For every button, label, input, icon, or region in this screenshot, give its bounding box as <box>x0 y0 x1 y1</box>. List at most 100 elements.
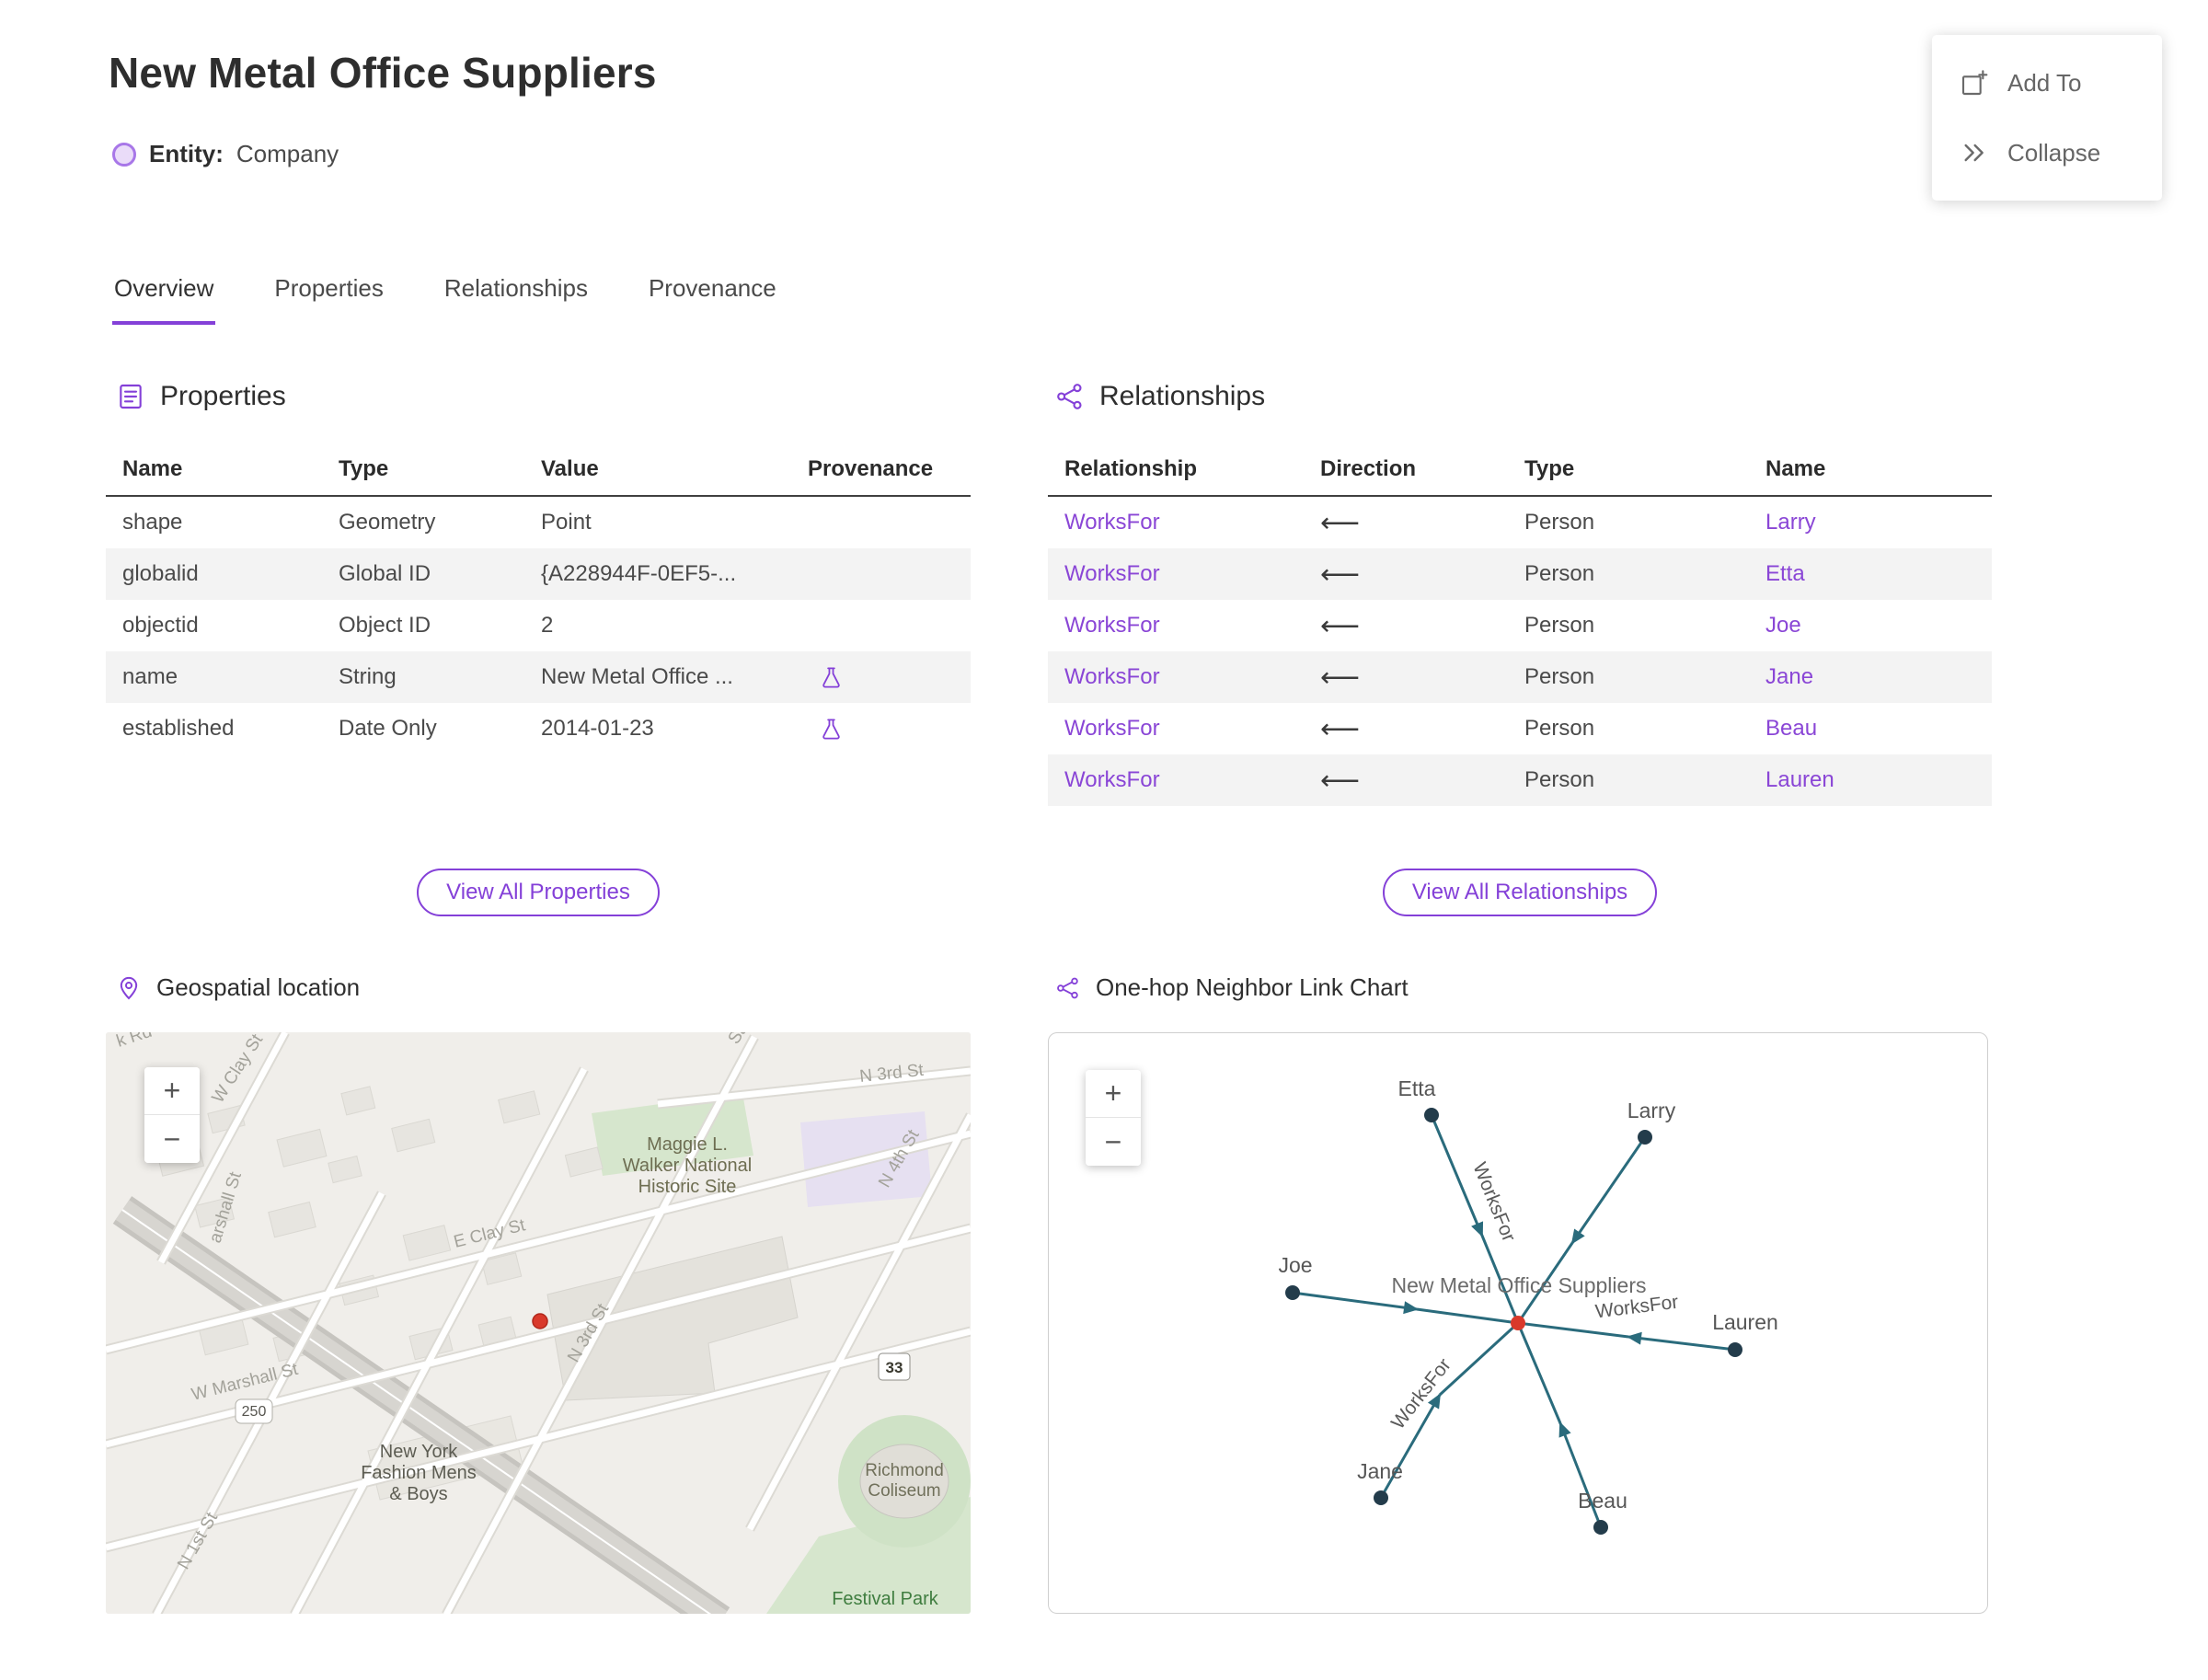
zoom-out-button[interactable]: − <box>1086 1118 1141 1166</box>
route-shield-250: 250 <box>235 1398 273 1424</box>
provenance-flask-icon[interactable] <box>819 665 844 690</box>
relationships-icon <box>1057 384 1082 409</box>
geospatial-map[interactable]: 250 33 k Rd W Clay St Sa N 3rd St N 4th … <box>106 1032 971 1614</box>
direction-arrow: ⟵ <box>1320 610 1361 641</box>
edge-label: WorksFor <box>1387 1354 1455 1433</box>
graph-center-node[interactable] <box>1511 1316 1525 1330</box>
entity-label: Entity: <box>149 140 224 167</box>
col-header-type: Type <box>339 456 389 481</box>
node-label: Etta <box>1398 1076 1436 1100</box>
collapse-button[interactable]: Collapse <box>1960 138 2134 167</box>
node-label: Jane <box>1357 1459 1403 1483</box>
svg-text:250: 250 <box>242 1404 267 1420</box>
relationship-link[interactable]: WorksFor <box>1048 613 1304 639</box>
add-to-button[interactable]: Add To <box>1960 68 2134 98</box>
direction-arrow: ⟵ <box>1320 662 1361 693</box>
table-row: WorksFor ⟵ Person Larry <box>1048 497 1992 548</box>
svg-text:New York: New York <box>380 1442 458 1462</box>
direction-arrow: ⟵ <box>1320 507 1361 538</box>
col-header-value: Value <box>541 456 599 481</box>
graph-node[interactable] <box>1374 1490 1388 1505</box>
svg-text:Walker National: Walker National <box>623 1156 752 1176</box>
tab-bar: Overview Properties Relationships Proven… <box>112 274 778 325</box>
zoom-in-button[interactable]: + <box>144 1067 200 1115</box>
relationship-link[interactable]: WorksFor <box>1048 767 1304 793</box>
node-label: Beau <box>1578 1489 1627 1513</box>
table-row: WorksFor ⟵ Person Joe <box>1048 600 1992 651</box>
properties-section-title: Properties <box>160 381 286 411</box>
tab-overview[interactable]: Overview <box>112 274 216 325</box>
graph-node[interactable] <box>1285 1285 1300 1300</box>
link-chart-section-header: One-hop Neighbor Link Chart <box>1055 973 1409 1002</box>
collapse-label: Collapse <box>2007 138 2101 167</box>
node-label: Lauren <box>1712 1310 1778 1334</box>
table-row: globalid Global ID {A228944F-0EF5-... <box>106 548 971 600</box>
chart-zoom-control: + − <box>1086 1070 1141 1166</box>
geospatial-section-header: Geospatial location <box>116 973 360 1002</box>
relationships-table-header: Relationship Direction Type Name <box>1048 443 1992 497</box>
svg-text:Coliseum: Coliseum <box>868 1481 940 1501</box>
relationship-link[interactable]: WorksFor <box>1048 716 1304 742</box>
relationships-section-header: Relationships <box>1055 381 1265 412</box>
relationship-link[interactable]: WorksFor <box>1048 561 1304 587</box>
zoom-out-button[interactable]: − <box>144 1115 200 1163</box>
tab-provenance[interactable]: Provenance <box>647 274 778 325</box>
table-row: WorksFor ⟵ Person Jane <box>1048 651 1992 703</box>
actions-menu: Add To Collapse <box>1932 35 2162 201</box>
properties-section-header: Properties <box>116 381 286 412</box>
link-chart-icon <box>1057 977 1078 998</box>
svg-text:33: 33 <box>886 1359 903 1376</box>
direction-arrow: ⟵ <box>1320 765 1361 796</box>
svg-text:Historic Site: Historic Site <box>638 1177 737 1197</box>
properties-table-header: Name Type Value Provenance <box>106 443 971 497</box>
entity-link[interactable]: Etta <box>1749 561 1992 587</box>
entity-link[interactable]: Beau <box>1749 716 1992 742</box>
provenance-flask-icon[interactable] <box>819 717 844 742</box>
route-shield-33: 33 <box>878 1352 911 1381</box>
festival-park-label: Festival Park <box>832 1589 939 1609</box>
svg-text:Richmond: Richmond <box>865 1461 944 1480</box>
entity-link[interactable]: Joe <box>1749 613 1992 639</box>
col-header-provenance: Provenance <box>808 456 934 481</box>
node-label: Joe <box>1278 1253 1312 1277</box>
relationship-link[interactable]: WorksFor <box>1048 664 1304 690</box>
col-header-name: Name <box>122 456 183 481</box>
table-row: established Date Only 2014-01-23 <box>106 703 971 754</box>
properties-icon <box>120 384 142 409</box>
graph-node[interactable] <box>1638 1130 1652 1145</box>
table-row: name String New Metal Office ... <box>106 651 971 703</box>
svg-text:Fashion Mens: Fashion Mens <box>361 1463 477 1483</box>
entity-detail-page: New Metal Office Suppliers Entity: Compa… <box>0 0 2208 1680</box>
entity-link[interactable]: Lauren <box>1749 767 1992 793</box>
graph-node[interactable] <box>1728 1342 1742 1357</box>
table-row: WorksFor ⟵ Person Lauren <box>1048 754 1992 806</box>
map-marker[interactable] <box>532 1313 548 1329</box>
graph-node[interactable] <box>1424 1108 1439 1122</box>
collapse-icon <box>1964 144 1984 162</box>
link-chart[interactable]: WorksFor WorksFor WorksFor Etta Larry Jo… <box>1048 1032 1988 1614</box>
view-all-relationships-button[interactable]: View All Relationships <box>1382 869 1658 916</box>
geospatial-section-title: Geospatial location <box>156 973 361 1001</box>
relationship-link[interactable]: WorksFor <box>1048 510 1304 535</box>
graph-node[interactable] <box>1593 1520 1608 1535</box>
add-to-label: Add To <box>2007 68 2082 97</box>
link-chart-section-title: One-hop Neighbor Link Chart <box>1096 973 1409 1001</box>
properties-table: Name Type Value Provenance shape Geometr… <box>106 443 971 754</box>
table-row: WorksFor ⟵ Person Beau <box>1048 703 1992 754</box>
map-canvas[interactable]: 250 33 k Rd W Clay St Sa N 3rd St N 4th … <box>106 1032 971 1614</box>
tab-properties[interactable]: Properties <box>272 274 385 325</box>
table-row: shape Geometry Point <box>122 510 592 535</box>
edge-label: WorksFor <box>1468 1159 1519 1245</box>
link-chart-canvas[interactable]: WorksFor WorksFor WorksFor Etta Larry Jo… <box>1049 1033 1987 1613</box>
entity-link[interactable]: Larry <box>1749 510 1992 535</box>
zoom-in-button[interactable]: + <box>1086 1070 1141 1118</box>
direction-arrow: ⟵ <box>1320 558 1361 590</box>
view-all-properties-button[interactable]: View All Properties <box>417 869 660 916</box>
map-zoom-control: + − <box>144 1067 200 1163</box>
tab-relationships[interactable]: Relationships <box>443 274 590 325</box>
table-row: objectid Object ID 2 <box>122 613 554 638</box>
center-node-label: New Metal Office Suppliers <box>1392 1273 1647 1297</box>
entity-link[interactable]: Jane <box>1749 664 1992 690</box>
location-pin-icon <box>120 976 138 999</box>
relationships-section-title: Relationships <box>1099 381 1266 411</box>
